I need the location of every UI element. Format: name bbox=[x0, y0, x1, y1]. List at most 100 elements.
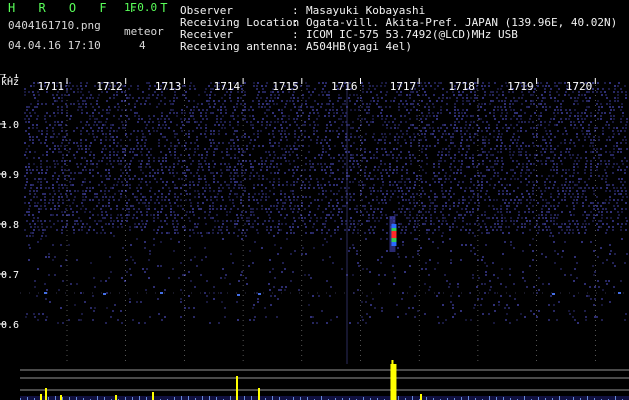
noise-pixel bbox=[44, 205, 46, 207]
noise-pixel bbox=[218, 142, 220, 144]
noise-pixel bbox=[617, 211, 619, 213]
noise-pixel bbox=[565, 181, 567, 183]
noise-pixel bbox=[94, 193, 96, 195]
noise-pixel bbox=[609, 112, 611, 114]
noise-pixel bbox=[286, 139, 288, 141]
noise-pixel bbox=[533, 286, 535, 288]
noise-pixel bbox=[124, 151, 126, 153]
noise-pixel bbox=[321, 199, 323, 201]
noise-pixel bbox=[109, 130, 111, 132]
noise-pixel bbox=[610, 250, 612, 252]
noise-pixel bbox=[444, 196, 446, 198]
noise-pixel bbox=[193, 85, 195, 87]
noise-pixel bbox=[396, 172, 398, 174]
noise-pixel bbox=[382, 184, 384, 186]
noise-pixel bbox=[414, 229, 416, 231]
noise-pixel bbox=[144, 103, 146, 105]
noise-pixel bbox=[526, 184, 528, 186]
noise-pixel bbox=[140, 211, 142, 213]
noise-pixel bbox=[121, 100, 123, 102]
noise-pixel bbox=[124, 127, 126, 129]
noise-pixel bbox=[138, 178, 140, 180]
noise-pixel bbox=[332, 163, 334, 165]
noise-pixel bbox=[145, 223, 147, 225]
noise-pixel bbox=[528, 121, 530, 123]
noise-pixel bbox=[421, 217, 423, 219]
noise-pixel bbox=[377, 169, 379, 171]
noise-pixel bbox=[538, 226, 540, 228]
noise-pixel bbox=[246, 283, 248, 285]
noise-pixel bbox=[134, 223, 136, 225]
noise-pixel bbox=[593, 157, 595, 159]
noise-pixel bbox=[200, 163, 202, 165]
noise-pixel bbox=[417, 310, 419, 312]
noise-pixel bbox=[326, 232, 328, 234]
noise-pixel bbox=[174, 193, 176, 195]
noise-pixel bbox=[533, 127, 535, 129]
noise-pixel bbox=[34, 226, 36, 228]
noise-pixel bbox=[154, 193, 156, 195]
noise-pixel bbox=[292, 94, 294, 96]
noise-pixel bbox=[606, 139, 608, 141]
noise-pixel bbox=[460, 130, 462, 132]
noise-pixel bbox=[110, 214, 112, 216]
noise-pixel bbox=[442, 193, 444, 195]
noise-pixel bbox=[214, 220, 216, 222]
noise-pixel bbox=[46, 226, 48, 228]
noise-pixel bbox=[188, 295, 190, 297]
noise-pixel bbox=[157, 127, 159, 129]
noise-pixel bbox=[548, 124, 550, 126]
noise-pixel bbox=[550, 97, 552, 99]
noise-pixel bbox=[612, 226, 614, 228]
noise-pixel bbox=[610, 211, 612, 213]
noise-pixel bbox=[157, 229, 159, 231]
noise-pixel bbox=[366, 211, 368, 213]
noise-pixel bbox=[513, 283, 515, 285]
noise-pixel bbox=[590, 121, 592, 123]
noise-pixel bbox=[29, 190, 31, 192]
noise-pixel bbox=[304, 121, 306, 123]
noise-pixel bbox=[266, 169, 268, 171]
noise-pixel bbox=[496, 163, 498, 165]
noise-pixel bbox=[386, 250, 388, 252]
noise-pixel bbox=[150, 196, 152, 198]
noise-pixel bbox=[240, 97, 242, 99]
noise-pixel bbox=[481, 148, 483, 150]
baseline-spike-peak bbox=[152, 392, 154, 400]
noise-pixel bbox=[322, 151, 324, 153]
noise-pixel bbox=[28, 106, 30, 108]
noise-pixel bbox=[212, 217, 214, 219]
noise-pixel bbox=[588, 127, 590, 129]
noise-pixel bbox=[377, 142, 379, 144]
noise-pixel bbox=[273, 205, 275, 207]
noise-pixel bbox=[198, 163, 200, 165]
noise-pixel bbox=[105, 139, 107, 141]
noise-pixel bbox=[236, 193, 238, 195]
noise-pixel bbox=[426, 157, 428, 159]
noise-pixel bbox=[124, 91, 126, 93]
noise-pixel bbox=[70, 178, 72, 180]
noise-pixel bbox=[577, 196, 579, 198]
noise-pixel bbox=[476, 166, 478, 168]
noise-pixel bbox=[136, 100, 138, 102]
noise-pixel bbox=[486, 265, 488, 267]
noise-pixel bbox=[337, 169, 339, 171]
noise-pixel bbox=[198, 181, 200, 183]
noise-pixel bbox=[510, 178, 512, 180]
noise-pixel bbox=[49, 193, 51, 195]
noise-pixel bbox=[136, 196, 138, 198]
noise-pixel bbox=[476, 133, 478, 135]
noise-pixel bbox=[512, 169, 514, 171]
noise-pixel bbox=[560, 151, 562, 153]
noise-pixel bbox=[352, 121, 354, 123]
noise-pixel bbox=[444, 217, 446, 219]
noise-pixel bbox=[593, 208, 595, 210]
noise-pixel bbox=[352, 163, 354, 165]
noise-pixel bbox=[140, 151, 142, 153]
noise-pixel bbox=[50, 208, 52, 210]
noise-pixel bbox=[228, 184, 230, 186]
noise-pixel bbox=[82, 127, 84, 129]
noise-pixel bbox=[398, 208, 400, 210]
noise-pixel bbox=[578, 94, 580, 96]
noise-pixel bbox=[277, 232, 279, 234]
